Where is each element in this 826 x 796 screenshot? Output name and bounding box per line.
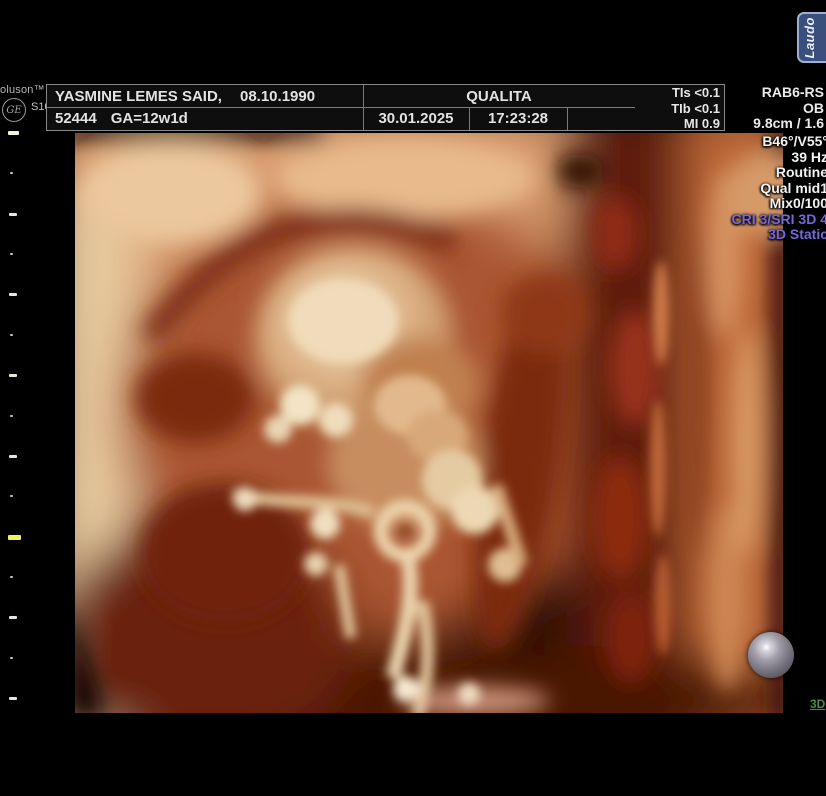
ultrasound-render-area	[75, 133, 783, 713]
ruler-tick	[9, 616, 17, 619]
param-mix: Mix0/100	[732, 196, 826, 212]
ruler-tick	[10, 495, 13, 497]
gestational-age: GA=12w1d	[111, 110, 188, 127]
ruler-tick	[9, 293, 17, 296]
ultrasound-screen: Laudo oluson™ GE S10 YASMINE LEMES SAID,…	[0, 0, 826, 796]
ruler-tick	[10, 253, 13, 255]
depth-ruler	[0, 0, 24, 796]
param-cri-sri: CRI 3/SRI 3D 4	[732, 212, 826, 228]
ruler-tick	[10, 576, 13, 578]
tab-laudo-label: Laudo	[802, 17, 817, 59]
param-3d-static: 3D Static	[732, 227, 826, 243]
param-angles: B46°/V55°	[732, 134, 826, 150]
ruler-tick	[9, 455, 17, 458]
param-preset: Routine	[732, 165, 826, 181]
ruler-tick	[9, 697, 17, 700]
param-framerate: 39 Hz	[732, 150, 826, 166]
ruler-tick	[8, 131, 19, 135]
patient-dob: 08.10.1990	[240, 88, 315, 105]
tis-value: TIs <0.1	[580, 85, 720, 101]
ruler-tick	[10, 172, 13, 174]
image-parameters: B46°/V55° 39 Hz Routine Qual mid1 Mix0/1…	[732, 134, 826, 243]
exam-time-field: 17:23:28	[469, 110, 567, 127]
ruler-tick	[9, 374, 17, 377]
depth-frequency: 9.8cm / 1.6	[728, 116, 824, 132]
patient-name-field: YASMINE LEMES SAID,08.10.1990	[55, 88, 315, 105]
exam-date-field: 30.01.2025	[363, 110, 469, 127]
probe-info: RAB6-RS OB 9.8cm / 1.6	[728, 84, 824, 131]
tab-laudo[interactable]: Laudo	[797, 12, 826, 63]
ruler-tick	[9, 213, 17, 216]
mode-3d-indicator[interactable]: 3D	[810, 697, 825, 711]
application-preset: OB	[728, 101, 824, 117]
trackball-cursor	[748, 632, 794, 678]
mi-value: MI 0.9	[580, 116, 720, 132]
ruler-tick	[10, 415, 13, 417]
safety-indices: TIs <0.1 TIb <0.1 MI 0.9	[580, 84, 720, 131]
patient-id-field: 52444GA=12w1d	[55, 110, 188, 127]
focus-marker	[8, 535, 21, 540]
param-quality: Qual mid1	[732, 181, 826, 197]
header-divider	[47, 107, 635, 108]
ruler-tick	[10, 334, 13, 336]
fetus-3d-render	[75, 133, 783, 713]
ruler-tick	[10, 657, 13, 659]
tib-value: TIb <0.1	[580, 101, 720, 117]
probe-name: RAB6-RS	[728, 85, 824, 101]
header-divider	[567, 108, 568, 130]
